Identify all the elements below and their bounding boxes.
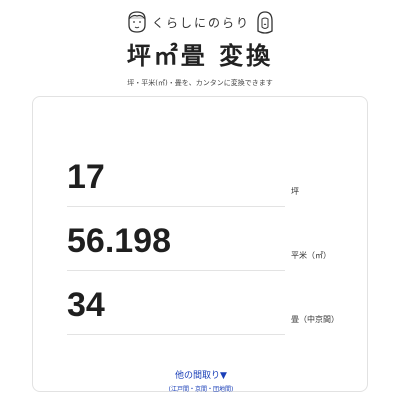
jo-unit-label: 畳（中京間） (291, 315, 339, 324)
tsubo-input[interactable]: 17 (67, 158, 105, 197)
other-layouts-note: (江戸間・京間・団地間) (168, 386, 234, 393)
jo-input[interactable]: 34 (67, 286, 105, 325)
divider (67, 206, 285, 207)
man-face-icon (128, 11, 146, 33)
divider (67, 270, 285, 271)
tsubo-unit-label: 坪 (291, 187, 299, 196)
woman-face-icon (257, 11, 273, 34)
page-subtitle: 坪・平米(㎡)・畳を、カンタンに変換できます (127, 79, 273, 87)
header: くらしにのらり 坪㎡畳 変換 坪・平米(㎡)・畳を、カンタンに変換できます (0, 0, 400, 96)
page-title: 坪㎡畳 変換 (126, 42, 274, 70)
divider (67, 334, 285, 335)
sqm-input[interactable]: 56.198 (67, 222, 171, 261)
jo-row: 34 畳（中京間） (67, 281, 357, 335)
tagline: くらしにのらり (151, 15, 250, 30)
other-layouts-toggle[interactable]: 他の間取り▼ (175, 371, 227, 381)
converter-card: 17 坪 56.198 平米（㎡） 34 畳（中京間） 他の間取り▼ (江戸間・… (32, 96, 369, 393)
logo: くらしにのらり (126, 8, 276, 36)
tsubo-row: 17 坪 (67, 153, 357, 207)
sqm-row: 56.198 平米（㎡） (67, 217, 357, 271)
other-layouts: 他の間取り▼ (江戸間・京間・団地間) (33, 363, 369, 393)
sqm-unit-label: 平米（㎡） (291, 251, 331, 260)
